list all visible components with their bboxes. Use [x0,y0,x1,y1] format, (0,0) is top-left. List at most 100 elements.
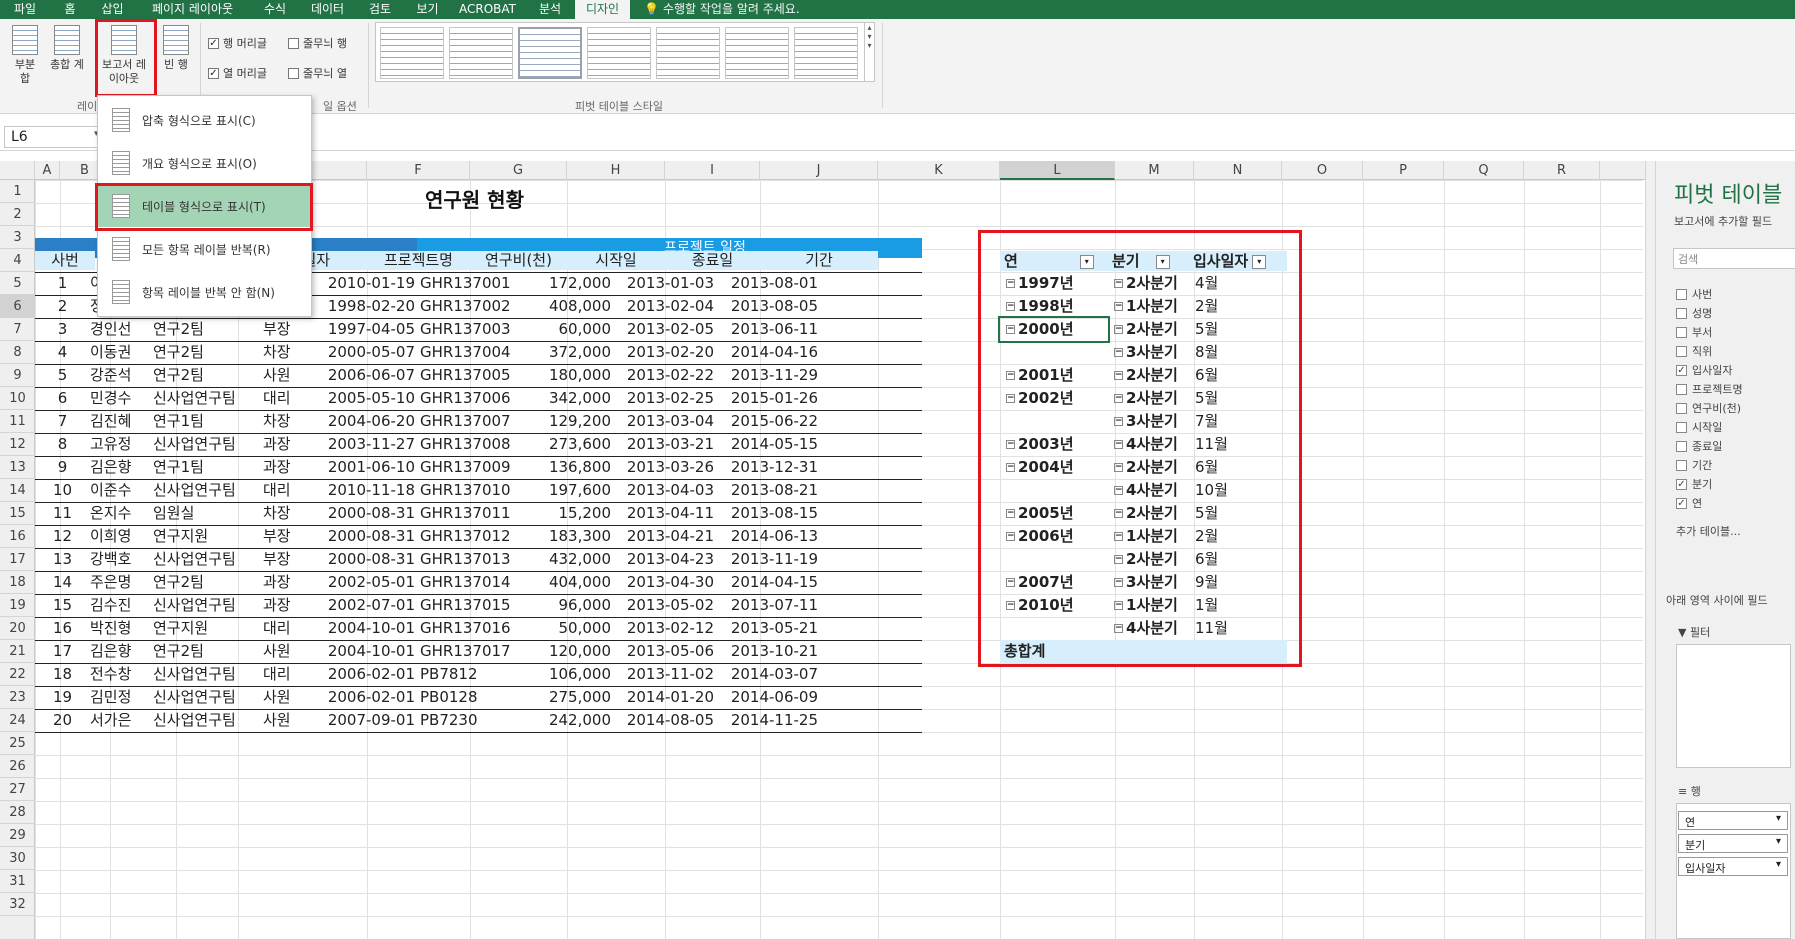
cell-r6-c6[interactable]: 408,000 [515,295,615,318]
cell-r7-c3[interactable]: 부장 [263,318,315,341]
column-header-F[interactable]: F [367,161,470,180]
cell-r11-c7[interactable]: 2013-03-04 [618,410,718,433]
pivot-cell-r8-c2[interactable]: 6월 [1189,456,1287,479]
cell-r24-c7[interactable]: 2014-08-05 [618,709,718,732]
field-11[interactable]: ✓ 연 [1676,495,1702,511]
pivot-cell-r1-c0[interactable]: −1998년 [1000,295,1108,318]
cell-r21-c7[interactable]: 2013-05-06 [618,640,718,663]
row-header-29[interactable]: 29 [0,824,35,847]
column-header-Q[interactable]: Q [1444,161,1524,180]
column-header-A[interactable]: A [35,161,60,180]
collapse-icon[interactable]: − [1006,509,1015,518]
pivot-cell-r8-c0[interactable]: −2004년 [1000,456,1108,479]
pivot-style-5[interactable] [656,27,720,79]
cell-r10-c1[interactable]: 민경수 [90,387,152,410]
cell-r23-c4[interactable]: 2006-02-01 [315,686,419,709]
cell-r15-c0[interactable]: 11 [35,502,90,525]
row-header-25[interactable]: 25 [0,732,35,755]
row-header-21[interactable]: 21 [0,640,35,663]
pivot-cell-r10-c2[interactable]: 5월 [1189,502,1287,525]
field-6[interactable]: 연구비(천) [1676,400,1741,416]
cell-r10-c5[interactable]: GHR137006 [420,387,523,410]
cell-r23-c1[interactable]: 김민정 [90,686,152,709]
cell-r8-c4[interactable]: 2000-05-07 [315,341,419,364]
pivot-style-3[interactable] [518,27,582,79]
cell-r18-c2[interactable]: 연구2팀 [153,571,263,594]
cell-r7-c6[interactable]: 60,000 [515,318,615,341]
pivot-cell-r11-c2[interactable]: 2월 [1189,525,1287,548]
cell-r14-c6[interactable]: 197,600 [515,479,615,502]
dropdown-icon[interactable]: ▾ [1776,859,1781,870]
cell-r21-c3[interactable]: 사원 [263,640,315,663]
pivot-cell-r8-c1[interactable]: −2사분기 [1108,456,1189,479]
collapse-icon[interactable]: − [1114,555,1123,564]
pivot-style-1[interactable] [380,27,444,79]
cell-r12-c2[interactable]: 신사업연구팀 [153,433,263,456]
pivot-cell-r7-c1[interactable]: −4사분기 [1108,433,1189,456]
collapse-icon[interactable]: − [1114,279,1123,288]
collapse-icon[interactable]: − [1006,440,1015,449]
cell-r16-c3[interactable]: 부장 [263,525,315,548]
collapse-icon[interactable]: − [1114,417,1123,426]
cell-r22-c2[interactable]: 신사업연구팀 [153,663,263,686]
row-header-16[interactable]: 16 [0,525,35,548]
pivot-cell-r12-c1[interactable]: −2사분기 [1108,548,1189,571]
cell-r9-c3[interactable]: 사원 [263,364,315,387]
field-10[interactable]: ✓ 분기 [1676,476,1712,492]
cell-r19-c2[interactable]: 신사업연구팀 [153,594,263,617]
cell-r11-c2[interactable]: 연구1팀 [153,410,263,433]
cell-r20-c7[interactable]: 2013-02-12 [618,617,718,640]
cell-r15-c4[interactable]: 2000-08-31 [315,502,419,525]
cell-r23-c0[interactable]: 19 [35,686,90,709]
cell-r24-c0[interactable]: 20 [35,709,90,732]
cell-r16-c4[interactable]: 2000-08-31 [315,525,419,548]
collapse-icon[interactable]: − [1114,624,1123,633]
cell-r12-c0[interactable]: 8 [35,433,90,456]
cell-r7-c0[interactable]: 3 [35,318,90,341]
cell-r22-c5[interactable]: PB7812 [420,663,523,686]
pivot-cell-r5-c1[interactable]: −2사분기 [1108,387,1189,410]
cell-r24-c8[interactable]: 2014-11-25 [718,709,822,732]
cell-r24-c1[interactable]: 서가은 [90,709,152,732]
cell-r5-c0[interactable]: 1 [35,272,90,295]
report-layout-option-2[interactable]: 테이블 형식으로 표시(T) [98,185,311,227]
cell-r9-c1[interactable]: 강준석 [90,364,152,387]
cell-r13-c4[interactable]: 2001-06-10 [315,456,419,479]
cell-r14-c2[interactable]: 신사업연구팀 [153,479,263,502]
cell-r13-c6[interactable]: 136,800 [515,456,615,479]
cell-r9-c7[interactable]: 2013-02-22 [618,364,718,387]
cell-r10-c4[interactable]: 2005-05-10 [315,387,419,410]
field-2[interactable]: 부서 [1676,324,1712,340]
pivot-cell-r0-c0[interactable]: −1997년 [1000,272,1108,295]
pivot-cell-r9-c0[interactable] [1000,479,1108,502]
column-header-J[interactable]: J [760,161,878,180]
vertical-scrollbar[interactable] [1645,161,1655,939]
cell-r8-c3[interactable]: 차장 [263,341,315,364]
cell-r10-c6[interactable]: 342,000 [515,387,615,410]
cell-r12-c1[interactable]: 고유정 [90,433,152,456]
cell-r23-c3[interactable]: 사원 [263,686,315,709]
column-header-K[interactable]: K [878,161,1000,180]
cell-r8-c0[interactable]: 4 [35,341,90,364]
field-9[interactable]: 기간 [1676,457,1712,473]
collapse-icon[interactable]: − [1114,578,1123,587]
row-header-11[interactable]: 11 [0,410,35,433]
cell-r17-c0[interactable]: 13 [35,548,90,571]
collapse-icon[interactable]: − [1114,371,1123,380]
name-box[interactable]: L6 [4,126,102,148]
more-tables-link[interactable]: 추가 테이블... [1676,523,1741,539]
cell-r22-c0[interactable]: 18 [35,663,90,686]
cell-r18-c1[interactable]: 주은명 [90,571,152,594]
report-layout-button[interactable]: 보고서 레 이아웃 [99,21,149,86]
row-header-3[interactable]: 3 [0,226,35,249]
collapse-icon[interactable]: − [1006,578,1015,587]
banded-cols-option[interactable]: 줄무늬 열 [288,65,347,81]
cell-r10-c2[interactable]: 신사업연구팀 [153,387,263,410]
tab-0[interactable]: 파일 [0,0,50,19]
cell-r11-c0[interactable]: 7 [35,410,90,433]
cell-r14-c4[interactable]: 2010-11-18 [315,479,419,502]
cell-r13-c7[interactable]: 2013-03-26 [618,456,718,479]
pivot-style-7[interactable] [794,27,858,79]
cell-r18-c3[interactable]: 과장 [263,571,315,594]
cell-r7-c8[interactable]: 2013-06-11 [718,318,822,341]
